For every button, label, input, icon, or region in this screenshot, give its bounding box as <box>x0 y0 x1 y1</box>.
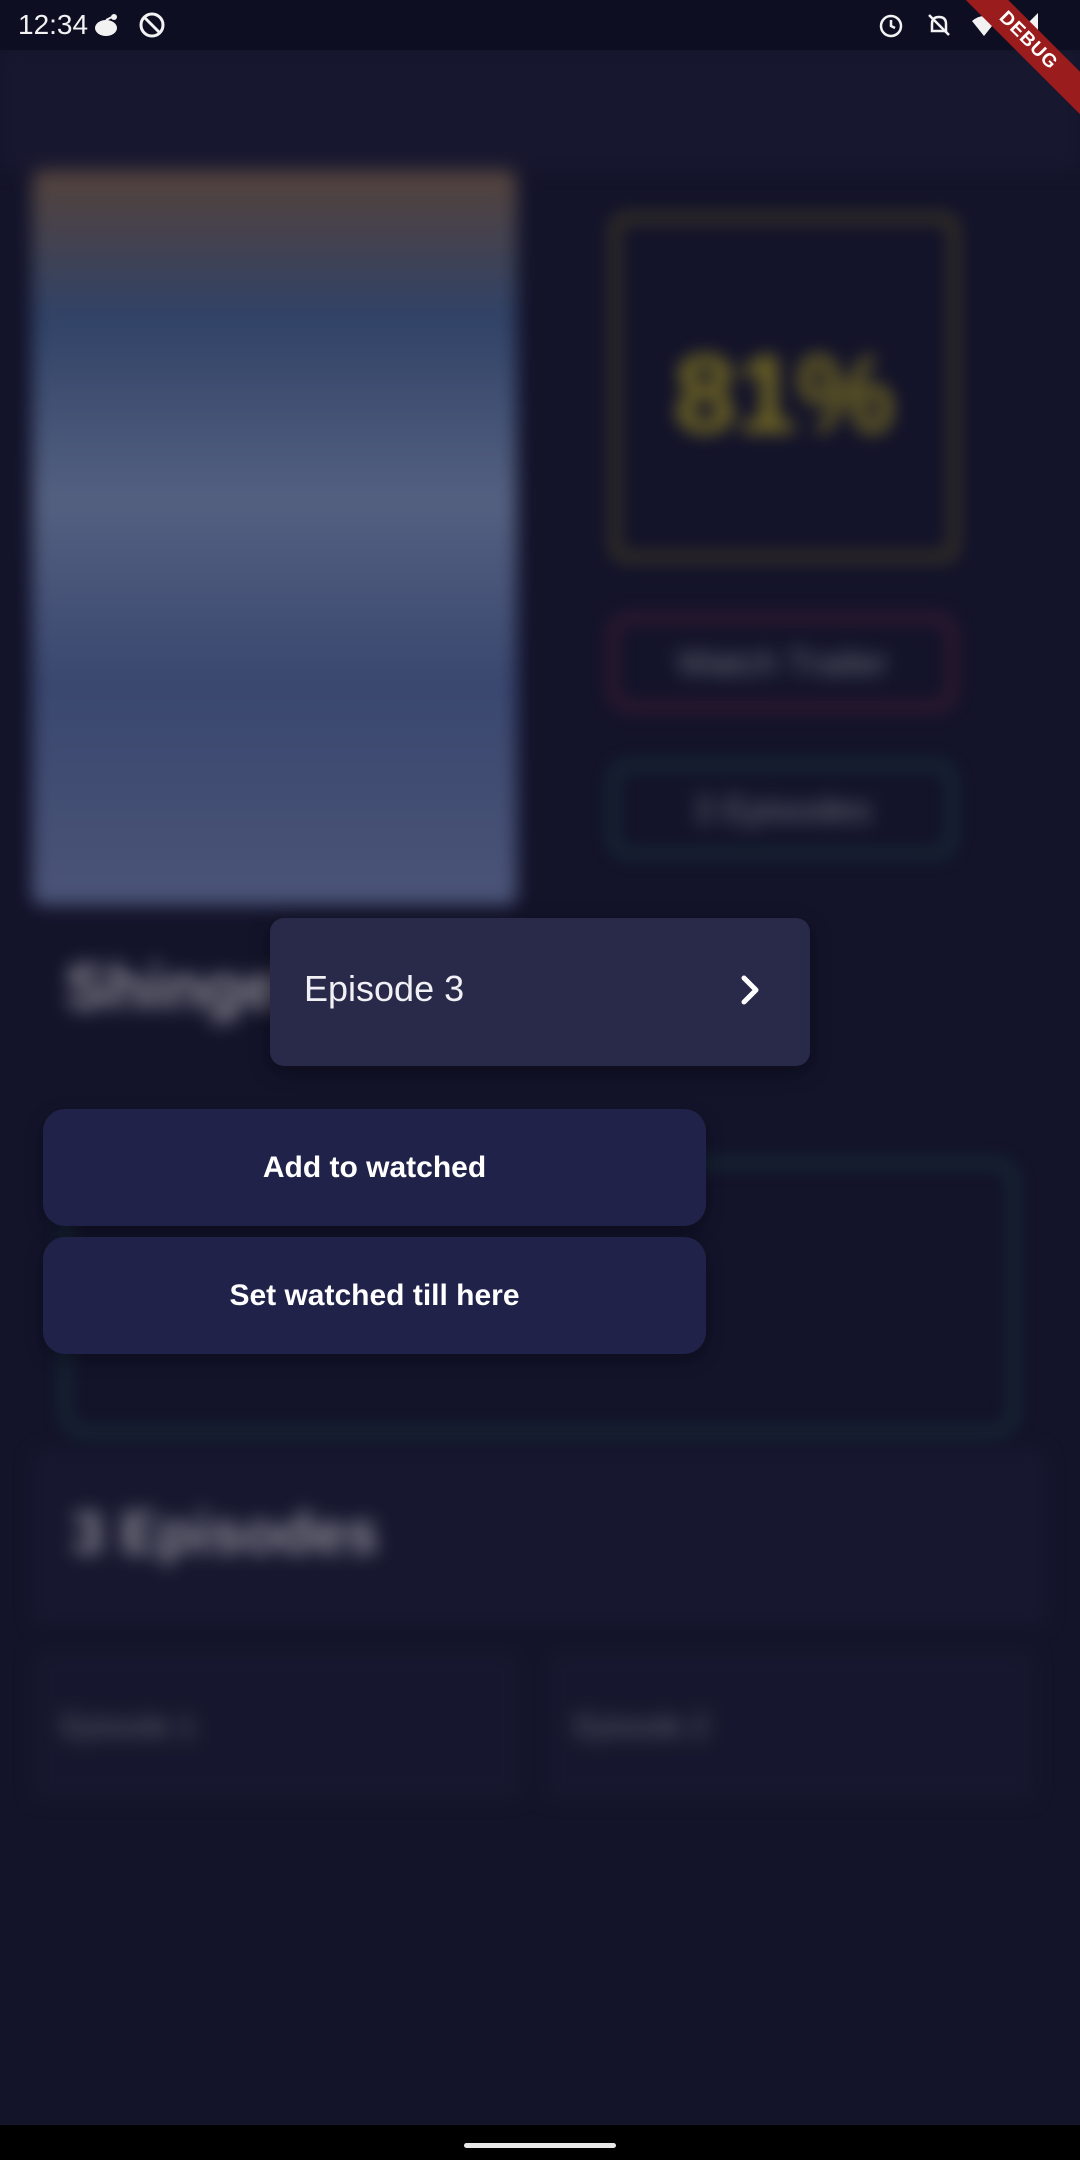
anime-poster <box>32 170 517 905</box>
score-box: 81% <box>612 215 957 560</box>
app-bar <box>0 50 1080 170</box>
app-notification-icon <box>139 12 165 38</box>
score-text: 81% <box>674 333 895 456</box>
episode-1-tile: Episode 1 <box>32 1650 522 1800</box>
chevron-right-icon <box>741 975 759 1005</box>
episodes-section: 3 Episodes <box>32 1450 1047 1625</box>
status-bar: 12:34 DEBUG <box>0 0 1080 130</box>
episodes-count-button: 3 Episodes <box>610 762 955 857</box>
episode-card[interactable]: Episode 3 <box>270 918 810 1066</box>
navigation-bar <box>0 2125 1080 2160</box>
status-time: 12:34 <box>18 9 89 40</box>
alarm-icon <box>879 14 903 38</box>
episodes-section-title: 3 Episodes <box>72 1501 379 1566</box>
notifications-off-icon <box>928 14 950 36</box>
watch-trailer-button: Watch Trailer <box>610 615 955 710</box>
gesture-handle[interactable] <box>464 2143 616 2148</box>
background-page: 81% Watch Trailer 3 Episodes Shingeki 3 … <box>0 50 1080 2125</box>
episode-title: Episode 3 <box>304 968 465 1009</box>
episode-2-tile: Episode 2 <box>545 1650 1035 1800</box>
reddit-icon <box>95 14 117 36</box>
set-watched-till-here-button[interactable]: Set watched till here <box>43 1237 706 1354</box>
add-to-watched-button[interactable]: Add to watched <box>43 1109 706 1226</box>
